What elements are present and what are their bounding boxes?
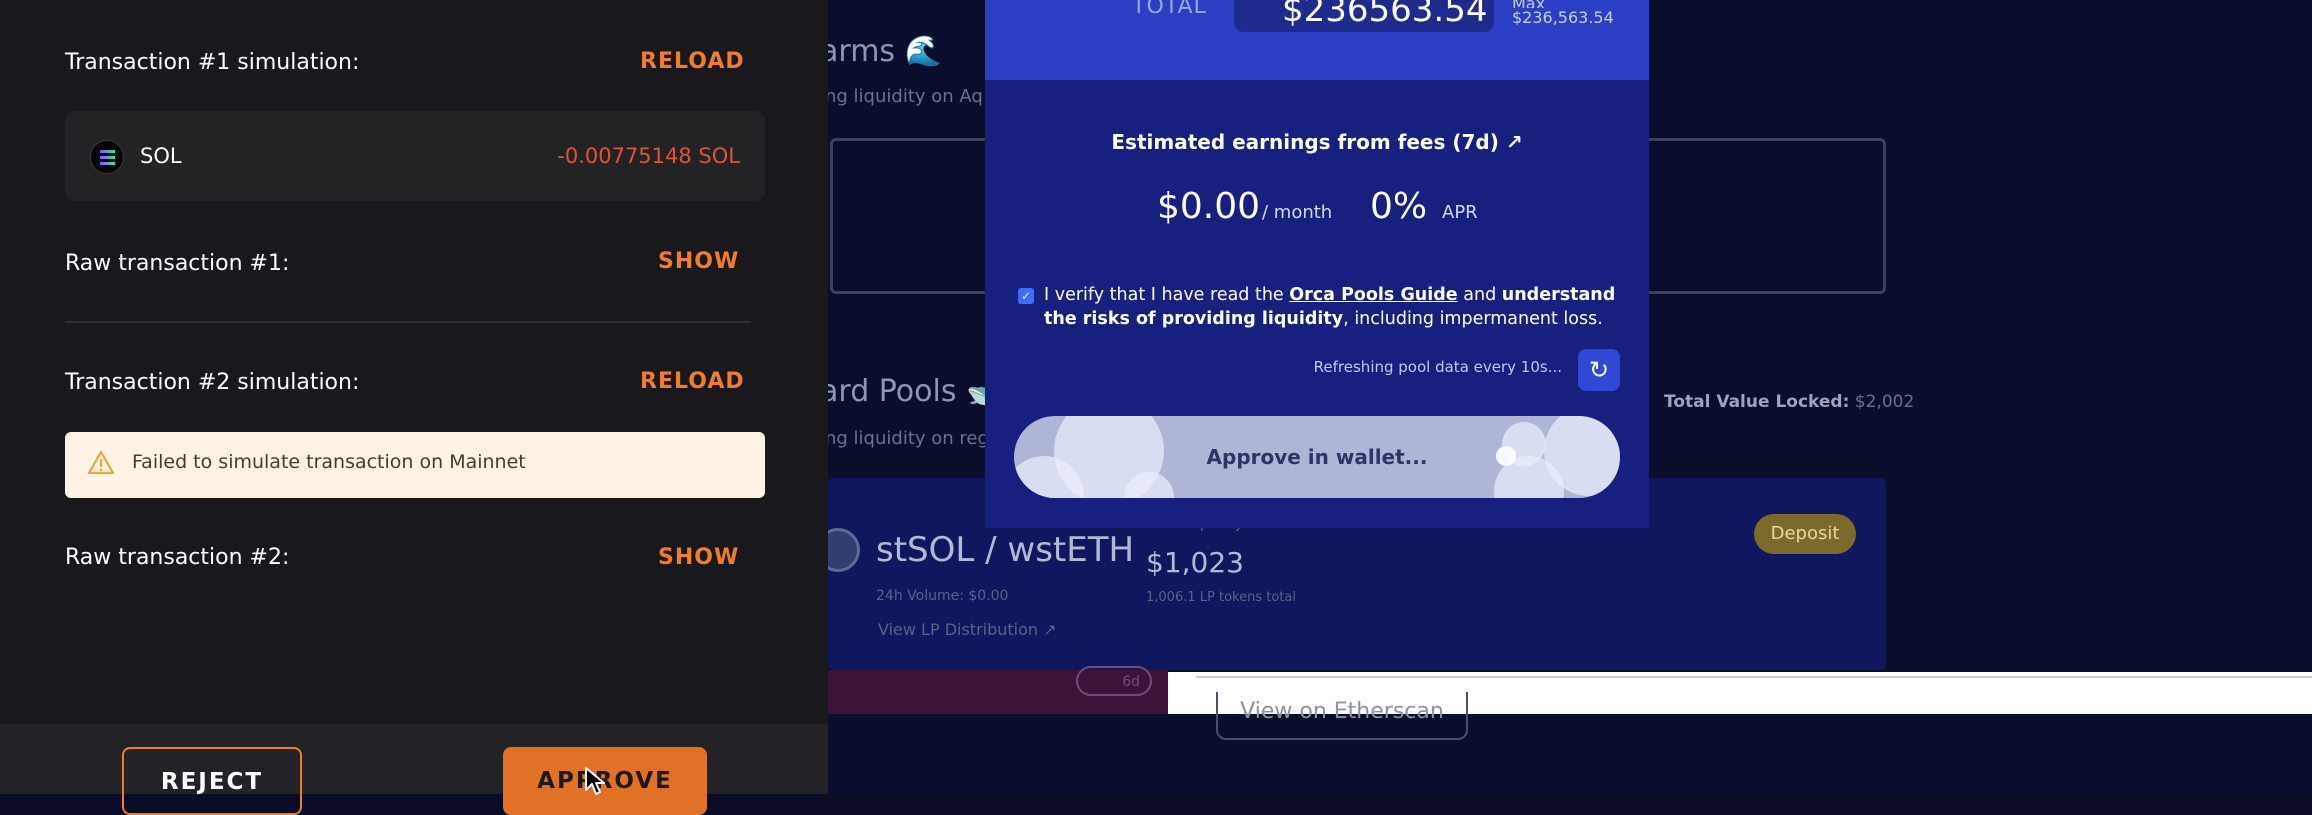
raw-tx1-label: Raw transaction #1:	[65, 251, 290, 276]
refresh-icon[interactable]: ↻	[1578, 349, 1620, 391]
view-on-etherscan-button[interactable]: View on Etherscan	[1216, 692, 1468, 740]
overlay-window-divider	[1196, 676, 2312, 678]
pool-name: stSOL / wstETH	[876, 530, 1135, 570]
token-amount: -0.00775148 SOL	[557, 144, 740, 168]
pool-lp-tokens: 1,006.1 LP tokens total	[1146, 590, 1296, 605]
total-value-locked: Total Value Locked: $2,002	[1664, 392, 1915, 412]
tx1-reload-button[interactable]: RELOAD	[640, 49, 745, 74]
total-max-value[interactable]: Max$236,563.54	[1512, 0, 1614, 27]
tx2-reload-button[interactable]: RELOAD	[640, 369, 745, 394]
tx2-simulation-label: Transaction #2 simulation:	[65, 370, 360, 395]
estimated-earnings-title: Estimated earnings from fees (7d) ↗	[1111, 130, 1523, 154]
verify-checkbox[interactable]: ✓	[1018, 288, 1034, 304]
reject-button[interactable]: REJECT	[122, 747, 302, 815]
farms-section-title: arms 🌊	[820, 34, 942, 69]
mouse-cursor-icon	[585, 767, 605, 795]
orca-pools-guide-link[interactable]: Orca Pools Guide	[1289, 285, 1457, 305]
warning-icon	[87, 450, 115, 475]
farms-section-subtitle: ing liquidity on Aq	[820, 86, 983, 107]
raw-tx2-label: Raw transaction #2:	[65, 545, 290, 570]
lp-distribution-link[interactable]: View LP Distribution ↗	[878, 620, 1057, 639]
apr-value: 0%	[1370, 186, 1428, 227]
token-name: SOL	[140, 144, 182, 168]
standard-pools-subtitle: ing liquidity on reg	[820, 428, 989, 449]
total-value: $236563.54	[1282, 0, 1488, 30]
raw-tx1-show-button[interactable]: SHOW	[658, 249, 739, 274]
approve-in-wallet-label: Approve in wallet...	[1206, 445, 1428, 469]
approve-in-wallet-button[interactable]: Approve in wallet...	[1014, 416, 1620, 498]
divider	[65, 321, 751, 323]
pool-volume: 24h Volume: $0.00	[876, 588, 1009, 604]
total-label: TOTAL	[1132, 0, 1207, 19]
pool-liquidity: $1,023	[1146, 546, 1244, 579]
wave-icon: 🌊	[904, 34, 942, 69]
period-toggle[interactable]: 6d	[1076, 666, 1152, 696]
external-link-icon[interactable]: ↗	[1506, 130, 1523, 154]
deposit-button[interactable]: Deposit	[1754, 514, 1856, 554]
apr-unit: APR	[1442, 202, 1478, 223]
warning-text: Failed to simulate transaction on Mainne…	[132, 451, 526, 473]
raw-tx2-show-button[interactable]: SHOW	[658, 545, 739, 570]
verify-text: I verify that I have read the Orca Pools…	[1044, 285, 1616, 329]
standard-pools-title: ard Pools 🐋	[820, 374, 1003, 409]
refresh-status: Refreshing pool data every 10s...	[1313, 358, 1562, 376]
tx1-simulation-label: Transaction #1 simulation:	[65, 50, 360, 75]
sol-token-icon	[90, 140, 124, 174]
earnings-unit: / month	[1262, 202, 1333, 223]
earnings-value: $0.00	[1157, 186, 1261, 227]
